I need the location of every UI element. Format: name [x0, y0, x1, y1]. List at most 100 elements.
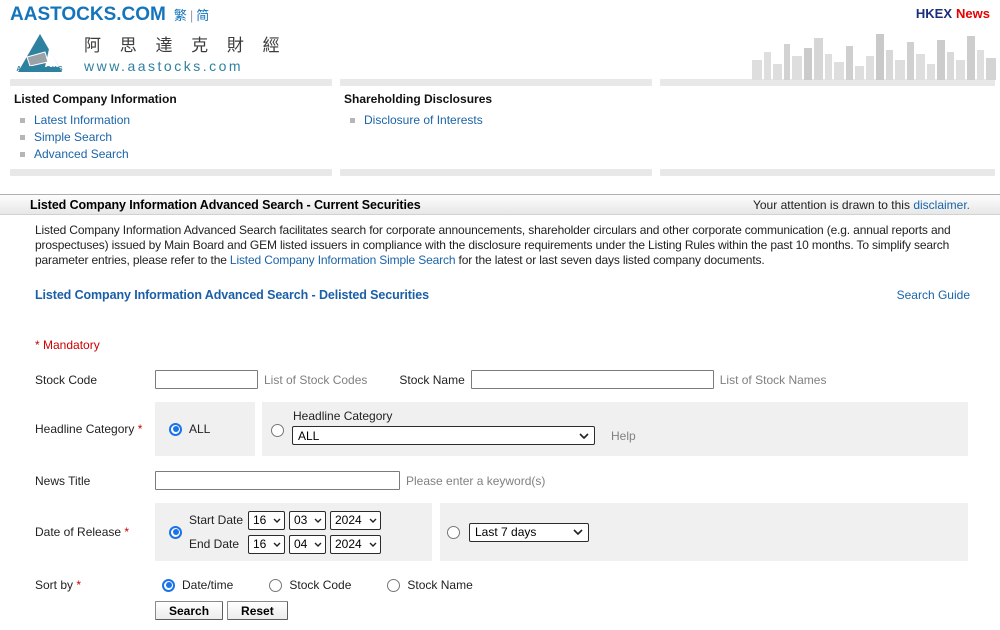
attention-text: Your attention is drawn to this	[753, 198, 913, 212]
brand-chinese-name: 阿 思 達 克 財 經	[84, 31, 287, 56]
logo-wordmark: AASTOCKS	[16, 66, 63, 73]
sort-option-stock-name[interactable]: Stock Name	[387, 578, 472, 592]
date-of-release-label-text: Date of Release	[35, 525, 121, 539]
chevron-down-icon	[369, 542, 377, 547]
nav-item-latest-information[interactable]: Latest Information	[20, 114, 328, 126]
lang-simplified-link[interactable]: 简	[196, 8, 209, 23]
date-preset-select[interactable]: Last 7 days	[469, 523, 589, 542]
end-year-select[interactable]: 2024	[330, 535, 381, 554]
advanced-search-link[interactable]: Advanced Search	[34, 147, 129, 161]
simple-search-link[interactable]: Simple Search	[34, 130, 112, 144]
page-title: Listed Company Information Advanced Sear…	[30, 198, 421, 212]
delisted-securities-link[interactable]: Listed Company Information Advanced Sear…	[35, 288, 429, 302]
date-of-release-row: Date of Release * Start Date 16 03 2024 …	[0, 503, 1000, 561]
aastocks-logo[interactable]: AASTOCKS	[12, 33, 68, 73]
start-month-select[interactable]: 03	[289, 511, 326, 530]
section-title-bar: Listed Company Information Advanced Sear…	[0, 194, 1000, 215]
stock-row: Stock Code List of Stock Codes Stock Nam…	[0, 370, 1000, 389]
news-title-input[interactable]	[155, 471, 400, 490]
help-link[interactable]: Help	[611, 429, 636, 443]
start-date-label: Start Date	[189, 513, 244, 527]
column-bottom-rule	[340, 169, 652, 176]
bullet-square-icon	[20, 152, 25, 157]
headline-all-radio[interactable]	[169, 423, 182, 436]
sort-datetime-radio[interactable]	[162, 579, 175, 592]
end-year-value: 2024	[335, 537, 362, 551]
sort-stock-name-label: Stock Name	[407, 578, 472, 592]
end-month-select[interactable]: 04	[289, 535, 326, 554]
column-top-rule	[660, 79, 995, 86]
nav-item-advanced-search[interactable]: Advanced Search	[20, 148, 328, 160]
sort-stock-code-radio[interactable]	[269, 579, 282, 592]
search-button[interactable]: Search	[155, 601, 223, 620]
stock-name-label: Stock Name	[399, 373, 464, 387]
stock-code-input[interactable]	[155, 370, 258, 389]
bullet-square-icon	[20, 118, 25, 123]
nav-menus: Listed Company Information Latest Inform…	[0, 79, 1000, 176]
date-preset-radio[interactable]	[447, 526, 460, 539]
bullet-square-icon	[20, 135, 25, 140]
logo-row: AASTOCKS 阿 思 達 克 財 經 www.aastocks.com	[0, 26, 1000, 78]
news-title-label: News Title	[35, 474, 155, 488]
lang-separator: |	[190, 8, 193, 23]
end-date-row: End Date 16 04 2024	[189, 535, 381, 554]
end-month-value: 04	[294, 537, 307, 551]
disclosure-of-interests-link[interactable]: Disclosure of Interests	[364, 113, 483, 127]
chevron-down-icon	[273, 518, 281, 523]
chevron-down-icon	[369, 518, 377, 523]
headline-category-row: Headline Category * ALL Headline Categor…	[0, 402, 1000, 456]
date-range-radio[interactable]	[169, 526, 182, 539]
sort-stock-name-radio[interactable]	[387, 579, 400, 592]
lang-traditional-link[interactable]: 繁	[174, 8, 187, 23]
nav-column-title: Listed Company Information	[14, 92, 328, 106]
headline-category-radio[interactable]	[271, 424, 284, 437]
list-of-stock-names-link[interactable]: List of Stock Names	[720, 373, 827, 387]
headline-all-label: ALL	[189, 422, 210, 436]
mandatory-asterisk: *	[76, 578, 81, 592]
sort-option-datetime[interactable]: Date/time	[162, 578, 233, 592]
hkex-label: HKEX	[916, 6, 952, 21]
mandatory-asterisk: *	[124, 525, 129, 539]
column-top-rule	[340, 79, 652, 86]
nav-item-disclosure-of-interests[interactable]: Disclosure of Interests	[350, 114, 648, 126]
brand-wordmark[interactable]: AASTOCKS.COM	[10, 4, 166, 25]
chevron-down-icon	[314, 518, 322, 523]
top-bar: AASTOCKS.COM繁|简 HKEXNews	[0, 0, 1000, 26]
sort-option-stock-code[interactable]: Stock Code	[269, 578, 351, 592]
list-of-stock-codes-link[interactable]: List of Stock Codes	[264, 373, 367, 387]
disclaimer-link[interactable]: disclaimer.	[913, 198, 970, 212]
skyline-image	[752, 26, 1000, 80]
simple-search-inline-link[interactable]: Listed Company Information Simple Search	[230, 253, 455, 267]
reset-button[interactable]: Reset	[227, 601, 288, 620]
attention-note: Your attention is drawn to this disclaim…	[753, 198, 970, 212]
column-bottom-rule	[10, 169, 332, 176]
stock-name-input[interactable]	[471, 370, 714, 389]
start-year-select[interactable]: 2024	[330, 511, 381, 530]
start-date-row: Start Date 16 03 2024	[189, 511, 381, 530]
date-range-option: Start Date 16 03 2024 End Date 16 04 202…	[155, 503, 432, 561]
headline-category-select[interactable]: ALL	[292, 426, 595, 445]
brand-url: www.aastocks.com	[84, 58, 287, 74]
headline-category-label: Headline Category *	[35, 422, 155, 436]
chevron-down-icon	[579, 433, 589, 439]
form-buttons-row: Search Reset	[0, 601, 1000, 620]
nav-item-simple-search[interactable]: Simple Search	[20, 131, 328, 143]
intro-paragraph: Listed Company Information Advanced Sear…	[35, 223, 968, 268]
latest-information-link[interactable]: Latest Information	[34, 113, 130, 127]
news-title-hint: Please enter a keyword(s)	[406, 474, 545, 488]
chevron-down-icon	[314, 542, 322, 547]
start-year-value: 2024	[335, 513, 362, 527]
headline-all-option: ALL	[155, 402, 255, 456]
headline-category-option: Headline Category ALL Help	[262, 402, 968, 456]
search-guide-link[interactable]: Search Guide	[897, 288, 970, 302]
date-preset-selected-value: Last 7 days	[475, 525, 536, 539]
column-bottom-rule	[660, 169, 995, 176]
start-day-select[interactable]: 16	[248, 511, 285, 530]
sort-by-label-text: Sort by	[35, 578, 73, 592]
date-preset-option: Last 7 days	[440, 503, 968, 561]
sort-by-label: Sort by *	[35, 578, 155, 592]
end-day-select[interactable]: 16	[248, 535, 285, 554]
nav-column-listed-company-info: Listed Company Information Latest Inform…	[10, 79, 332, 176]
nav-column-shareholding-disclosures: Shareholding Disclosures Disclosure of I…	[340, 79, 652, 176]
column-top-rule	[10, 79, 332, 86]
